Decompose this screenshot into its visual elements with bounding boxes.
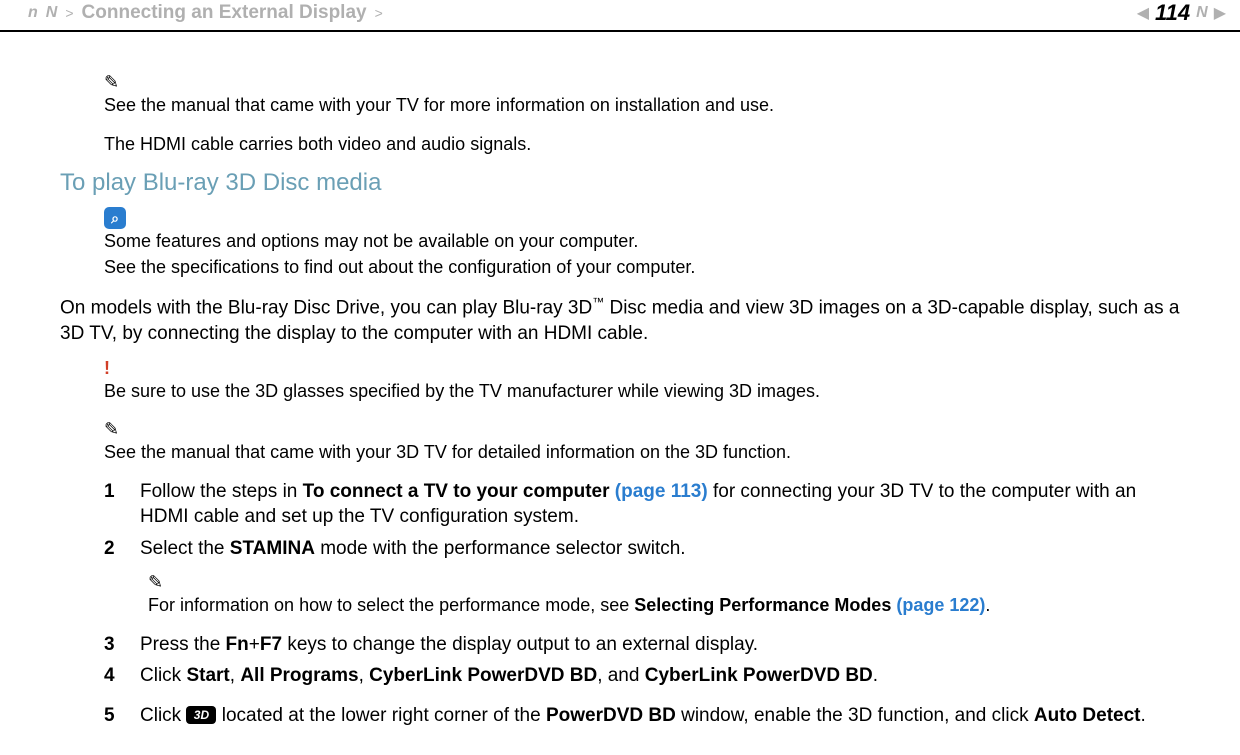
- pencil-note-icon: ✎: [104, 72, 1180, 93]
- page-number: 114: [1155, 0, 1190, 26]
- text: mode with the performance selector switc…: [315, 538, 686, 559]
- text-bold: CyberLink PowerDVD BD: [645, 665, 873, 686]
- step-text: Click 3D located at the lower right corn…: [140, 703, 1180, 729]
- text: located at the lower right corner of the: [222, 705, 546, 726]
- note-text: For information on how to select the per…: [148, 593, 1180, 618]
- 3d-button-icon: 3D: [186, 706, 216, 724]
- text-bold: To connect a TV to your computer: [303, 481, 615, 502]
- text: .: [1141, 705, 1146, 726]
- body-text: The HDMI cable carries both video and au…: [104, 132, 1180, 157]
- text: Click: [140, 705, 186, 726]
- breadcrumb: n N > Connecting an External Display >: [28, 2, 383, 24]
- text-bold: PowerDVD BD: [546, 705, 676, 726]
- breadcrumb-arrow-icon: >: [65, 5, 73, 21]
- info-text: See the specifications to find out about…: [104, 255, 1180, 280]
- text: +: [249, 634, 260, 655]
- trademark-symbol: ™: [592, 295, 604, 309]
- text-bold: Fn: [226, 634, 249, 655]
- text-bold: Selecting Performance Modes: [634, 595, 896, 615]
- note-block: ✎ See the manual that came with your TV …: [60, 72, 1180, 118]
- step-number: 4: [104, 663, 118, 689]
- note-block: ✎ See the manual that came with your 3D …: [60, 419, 1180, 465]
- page-prev-icon[interactable]: ◀: [1137, 3, 1149, 23]
- note-text: See the manual that came with your TV fo…: [104, 93, 1180, 118]
- text: Click: [140, 665, 186, 686]
- page-next-icon[interactable]: ▶: [1214, 3, 1226, 23]
- exclamation-icon: !: [104, 358, 110, 378]
- note-block: ✎ For information on how to select the p…: [104, 572, 1180, 618]
- text: ,: [230, 665, 241, 686]
- note-text: See the manual that came with your 3D TV…: [104, 440, 1180, 465]
- step-list: 1 Follow the steps in To connect a TV to…: [104, 479, 1180, 562]
- text: Select the: [140, 538, 230, 559]
- text: Follow the steps in: [140, 481, 303, 502]
- nav-next-big-n[interactable]: N: [1196, 4, 1208, 22]
- info-block: ⌕ Some features and options may not be a…: [60, 207, 1180, 279]
- step-item: 2 Select the STAMINA mode with the perfo…: [104, 536, 1180, 562]
- warning-block: ! Be sure to use the 3D glasses specifie…: [60, 358, 1180, 404]
- text: , and: [597, 665, 645, 686]
- step-item: 3 Press the Fn+F7 keys to change the dis…: [104, 632, 1180, 658]
- step-number: 3: [104, 632, 118, 658]
- info-magnify-icon: ⌕: [104, 207, 126, 229]
- pencil-note-icon: ✎: [148, 572, 1180, 593]
- link-page-ref[interactable]: (page 122): [896, 595, 985, 615]
- page-header: n N > Connecting an External Display > ◀…: [0, 0, 1240, 32]
- text-bold: F7: [260, 634, 282, 655]
- page-navigation: ◀ 114 N ▶: [1137, 0, 1226, 26]
- breadcrumb-arrow-icon: >: [375, 5, 383, 21]
- text-bold: All Programs: [240, 665, 358, 686]
- nav-prev-big-n[interactable]: N: [46, 4, 58, 22]
- text: window, enable the 3D function, and clic…: [676, 705, 1034, 726]
- text: .: [985, 595, 990, 615]
- section-heading: To play Blu-ray 3D Disc media: [60, 169, 1180, 197]
- breadcrumb-title: Connecting an External Display: [82, 2, 367, 24]
- text-bold: STAMINA: [230, 538, 315, 559]
- step-text: Select the STAMINA mode with the perform…: [140, 536, 1180, 562]
- step-text: Follow the steps in To connect a TV to y…: [140, 479, 1180, 530]
- text-bold: Auto Detect: [1034, 705, 1141, 726]
- warning-text: Be sure to use the 3D glasses specified …: [104, 379, 1180, 404]
- step-number: 5: [104, 703, 118, 729]
- step-number: 2: [104, 536, 118, 562]
- nav-prev-small-n[interactable]: n: [28, 4, 38, 22]
- text: keys to change the display output to an …: [282, 634, 758, 655]
- text: Press the: [140, 634, 226, 655]
- step-item: 4 Click Start, All Programs, CyberLink P…: [104, 663, 1180, 689]
- text-bold: CyberLink PowerDVD BD: [369, 665, 597, 686]
- page-content: ✎ See the manual that came with your TV …: [0, 32, 1240, 755]
- link-page-ref[interactable]: (page 113): [615, 481, 708, 502]
- info-text: Some features and options may not be ava…: [104, 229, 1180, 254]
- step-text: Click Start, All Programs, CyberLink Pow…: [140, 663, 1180, 689]
- body-text: On models with the Blu-ray Disc Drive, y…: [60, 297, 592, 318]
- step-item: 5 Click 3D located at the lower right co…: [104, 703, 1180, 729]
- body-paragraph: On models with the Blu-ray Disc Drive, y…: [60, 294, 1180, 347]
- text: .: [873, 665, 878, 686]
- step-number: 1: [104, 479, 118, 530]
- step-text: Press the Fn+F7 keys to change the displ…: [140, 632, 1180, 658]
- text-bold: Start: [186, 665, 229, 686]
- pencil-note-icon: ✎: [104, 419, 1180, 440]
- step-item: 1 Follow the steps in To connect a TV to…: [104, 479, 1180, 530]
- text: For information on how to select the per…: [148, 595, 634, 615]
- step-list: 3 Press the Fn+F7 keys to change the dis…: [104, 632, 1180, 729]
- text: ,: [359, 665, 370, 686]
